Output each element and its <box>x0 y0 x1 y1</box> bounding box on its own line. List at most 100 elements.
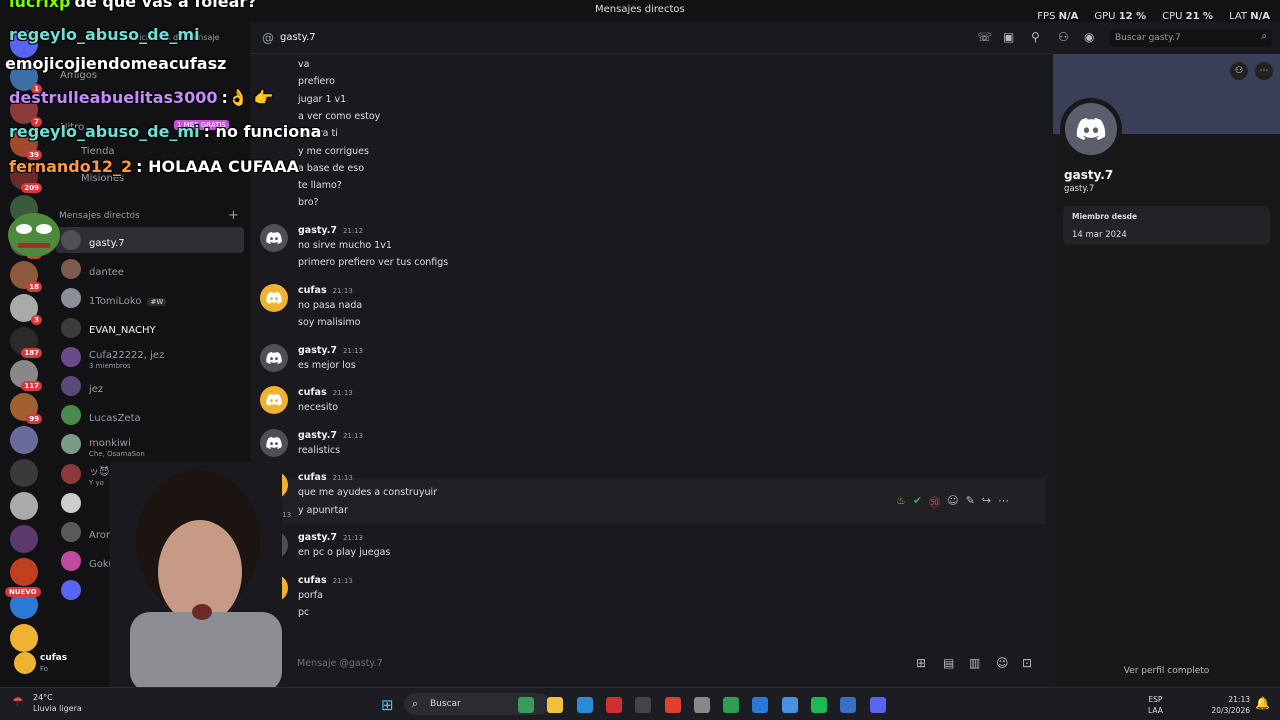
windows-start-icon[interactable]: ⊞ <box>381 696 394 714</box>
chat-header-name: gasty.7 <box>280 32 316 43</box>
server-icon[interactable] <box>10 525 38 553</box>
input-language[interactable]: ESP LAA <box>1148 694 1163 716</box>
server-icon[interactable] <box>10 624 38 652</box>
gpu-label: GPU <box>1094 11 1116 22</box>
lang-top: ESP <box>1148 695 1163 704</box>
chrome-icon[interactable] <box>664 697 681 713</box>
message-time: 21:13 <box>332 286 353 295</box>
more-options-icon[interactable]: ⋯ <box>1255 62 1273 80</box>
more-icon[interactable]: ⋯ <box>998 494 1009 510</box>
search-input[interactable]: Buscar gasty.7 ⌕ <box>1110 29 1272 47</box>
chrome-profile-icon[interactable] <box>781 697 798 713</box>
message-time: 21:12 <box>342 226 364 235</box>
add-reaction-icon[interactable]: ☺ <box>947 494 958 510</box>
whatsapp-icon[interactable] <box>723 697 740 713</box>
dm-item[interactable]: jez <box>56 373 244 399</box>
message-author[interactable]: gasty.7 21:13 <box>298 532 363 543</box>
server-icon[interactable] <box>10 426 38 454</box>
dm-text: LucasZeta <box>89 406 141 425</box>
notepad-icon[interactable] <box>840 697 857 713</box>
message-author[interactable]: gasty.7 21:12 <box>298 225 363 236</box>
message-avatar[interactable] <box>260 428 288 457</box>
author-name: cufas <box>298 472 327 484</box>
file-explorer-icon[interactable] <box>547 697 564 713</box>
message-avatar[interactable] <box>260 386 288 415</box>
overlay-chat-line: destrulleabuelitas3000:👌 👉 <box>9 88 273 107</box>
overlay-message: :👌 👉 <box>221 88 274 107</box>
hundred-reaction-icon[interactable]: ㊿ <box>929 494 940 510</box>
server-icon[interactable]: 117 <box>10 360 42 391</box>
emoji-icon[interactable]: ☺ <box>996 656 1009 670</box>
message-time: 21:13 <box>342 346 364 355</box>
overlay-username: fernando12_2 <box>9 157 133 176</box>
discord-icon[interactable] <box>869 697 886 713</box>
gif-icon[interactable]: ▤ <box>943 656 954 670</box>
user-status: Fo <box>40 665 49 673</box>
dm-item[interactable]: gasty.7 <box>56 227 244 253</box>
dm-item[interactable]: monkiwi Che, OsamaSon <box>56 431 244 458</box>
app-icon[interactable] <box>752 697 769 713</box>
reply-icon[interactable]: ↪ <box>982 494 991 510</box>
server-icon[interactable]: 3 <box>10 294 42 325</box>
message-author[interactable]: gasty.7 21:13 <box>298 345 363 356</box>
user-avatar[interactable] <box>14 652 36 674</box>
video-icon[interactable]: ▣ <box>1003 30 1014 44</box>
message-input[interactable]: Mensaje @gasty.7 <box>283 651 1045 676</box>
copilot-icon[interactable] <box>518 697 534 713</box>
server-icon[interactable]: 99 <box>10 393 42 424</box>
dm-item[interactable]: Cufa22222, jez 3 miembros <box>56 344 244 370</box>
github-icon[interactable] <box>693 697 710 713</box>
add-friends-icon[interactable]: ⚇ <box>1058 30 1069 44</box>
message-author[interactable]: cufas 21:13 <box>298 575 353 586</box>
dm-item[interactable]: 1TomiLoko #W <box>56 285 244 311</box>
server-icon[interactable] <box>10 459 38 487</box>
overlay-username: destrulleabuelitas3000 <box>9 88 218 107</box>
pin-icon[interactable]: ⚲ <box>1031 30 1040 44</box>
dm-item[interactable]: LucasZeta <box>56 402 244 428</box>
spotify-icon[interactable] <box>811 697 827 713</box>
author-name: cufas <box>298 387 327 399</box>
sticker-icon[interactable]: ▥ <box>969 656 980 670</box>
overlay-username: regeylo_abuso_de_mi <box>9 122 200 141</box>
view-full-profile-link[interactable]: Ver perfil completo <box>1053 666 1280 676</box>
dm-item[interactable]: EVAN_NACHY <box>56 315 244 341</box>
server-icon[interactable] <box>10 492 38 520</box>
edit-icon[interactable]: ✎ <box>966 494 975 510</box>
avatar <box>61 317 81 338</box>
fire-reaction-icon[interactable]: ♨ <box>896 494 906 510</box>
message-line: jugar 1 v1 <box>298 93 347 105</box>
dm-text: dantee <box>89 260 124 279</box>
message-line: no sirve mucho 1v1 <box>298 239 392 251</box>
message-author[interactable]: cufas 21:13 <box>298 387 353 398</box>
store-icon[interactable] <box>635 697 652 713</box>
message-avatar[interactable] <box>260 283 288 312</box>
apps-icon[interactable]: ⊡ <box>1022 656 1032 670</box>
weather-widget[interactable]: 24°C Lluvia ligera <box>33 692 82 714</box>
edge-icon[interactable] <box>576 697 593 713</box>
call-icon[interactable]: ☏ <box>977 30 992 44</box>
fps-value: N/A <box>1058 11 1079 22</box>
gpu-value: 12 % <box>1118 11 1147 22</box>
check-reaction-icon[interactable]: ✔ <box>913 494 922 510</box>
new-dm-button[interactable]: + <box>228 208 239 223</box>
wps-icon[interactable] <box>605 697 622 713</box>
message-avatar[interactable] <box>260 343 288 372</box>
message-author[interactable]: cufas 21:13 <box>298 472 353 483</box>
message-author[interactable]: cufas 21:13 <box>298 285 353 296</box>
add-friend-icon[interactable]: ⚇ <box>1230 62 1248 80</box>
gift-icon[interactable]: ⊞ <box>916 656 926 670</box>
notification-icon[interactable]: 🔔 <box>1255 696 1270 710</box>
message-time: 21:13 <box>342 431 364 440</box>
nav-shop[interactable]: Tienda <box>81 146 115 157</box>
message-author[interactable]: gasty.7 21:13 <box>298 430 363 441</box>
message-line: porfa <box>298 589 323 601</box>
server-icon[interactable]: 187 <box>10 327 42 358</box>
dm-item[interactable]: dantee <box>56 256 244 282</box>
message-avatar[interactable] <box>260 223 288 252</box>
dm-name: EVAN_NACHY <box>89 325 156 337</box>
system-clock[interactable]: 21:13 20/3/2026 <box>1212 694 1250 716</box>
avatar <box>61 580 81 601</box>
server-icon[interactable] <box>10 558 38 586</box>
profile-toggle-icon[interactable]: ◉ <box>1084 30 1094 44</box>
discord-logo-icon <box>266 436 282 449</box>
